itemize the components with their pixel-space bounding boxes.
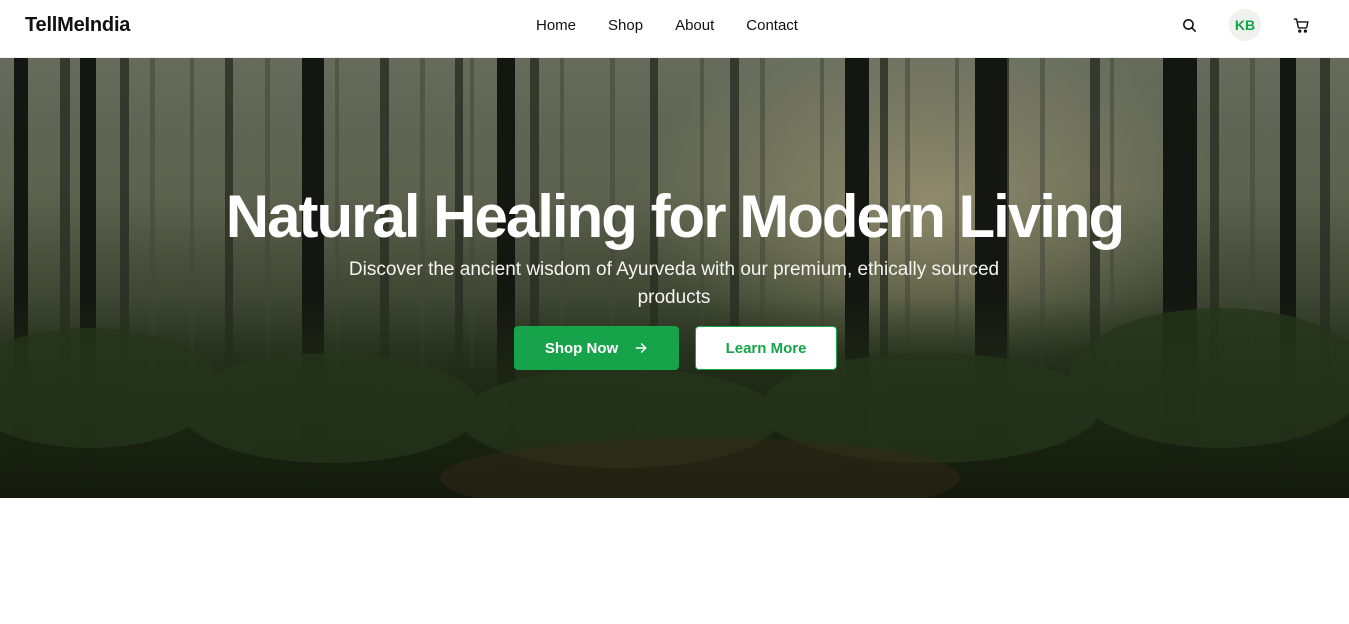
brand-logo[interactable]: TellMeIndia [25, 14, 130, 37]
hero-title: Natural Healing for Modern Living [225, 183, 1125, 250]
nav-link-contact[interactable]: Contact [746, 17, 798, 34]
hero-content: Natural Healing for Modern Living Discov… [0, 58, 1349, 498]
hero-section: Natural Healing for Modern Living Discov… [0, 58, 1349, 498]
nav-link-shop[interactable]: Shop [608, 17, 643, 34]
learn-more-button[interactable]: Learn More [695, 326, 837, 370]
search-icon [1182, 18, 1196, 32]
shop-now-label: Shop Now [544, 339, 619, 357]
search-button[interactable] [1173, 9, 1205, 41]
cart-icon [1293, 17, 1309, 33]
hero-subtitle: Discover the ancient wisdom of Ayurveda … [348, 259, 1000, 308]
nav-link-home[interactable]: Home [536, 17, 576, 34]
cart-button[interactable] [1285, 9, 1317, 41]
header-actions: KB [1173, 9, 1317, 41]
user-avatar[interactable]: KB [1229, 9, 1261, 41]
arrow-right-icon [634, 341, 648, 355]
shop-now-button[interactable]: Shop Now [514, 326, 679, 370]
top-navbar: TellMeIndia Home Shop About Contact KB [0, 0, 1349, 58]
main-nav: Home Shop About Contact [536, 17, 830, 34]
learn-more-label: Learn More [725, 339, 807, 357]
nav-link-about[interactable]: About [675, 17, 714, 34]
